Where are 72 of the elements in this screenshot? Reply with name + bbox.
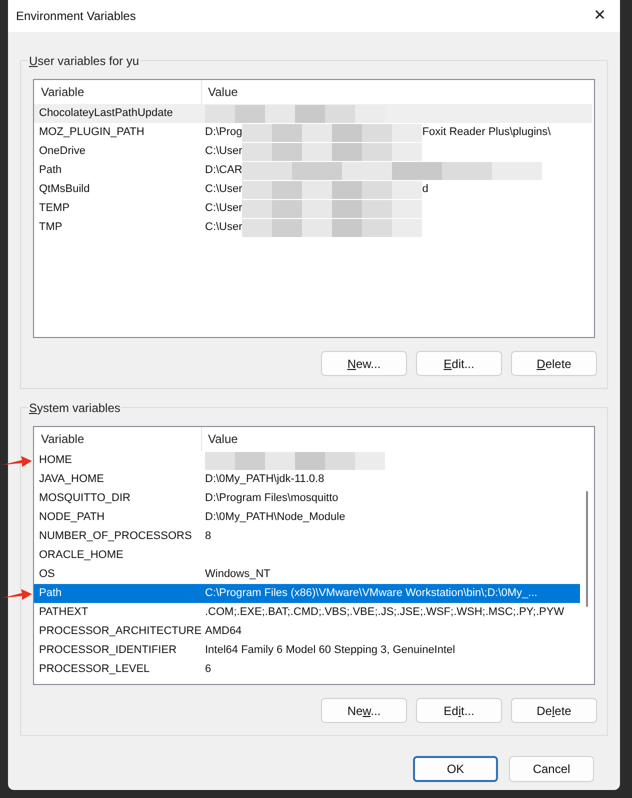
dialog-button[interactable]: New... [321,351,407,376]
variable-name: TMP [38,220,64,236]
variable-name: OneDrive [38,144,86,160]
variable-row[interactable]: Path C:\Program Files (x86)\VMware\VMware Workstation\bin\;D:\0My_... [34,584,580,603]
column-header[interactable]: Variable [34,427,202,451]
variable-name: NUMBER_OF_PROCESSORS [38,529,193,544]
variable-name: Path [38,586,63,602]
variable-row[interactable]: TMP C:\User [34,218,592,237]
variable-value: d [422,182,428,198]
arrow-icon [2,586,32,600]
variable-row[interactable]: ChocolateyLastPathUpdate [34,104,592,123]
variable-value: AMD64 [205,624,242,640]
variable-value: C:\User [205,220,242,236]
variable-row[interactable]: PROCESSOR_ARCHITECTURE AMD64 [34,622,580,641]
variable-name: TEMP [38,201,71,216]
variable-name: JAVA_HOME [38,472,105,488]
variable-row[interactable]: PROCESSOR_IDENTIFIER Intel64 Family 6 Model 60 Stepping 3, GenuineIntel [34,641,580,660]
variable-row[interactable]: Path D:\CAR [34,161,592,180]
variable-row[interactable]: JAVA_HOME D:\0My_PATH\jdk-11.0.8 [34,470,580,489]
variable-value: D:\CAR [205,163,242,178]
close-button[interactable]: ✕ [580,0,620,32]
variable-row[interactable]: NODE_PATH D:\0My_PATH\Node_Module [34,508,580,527]
variable-name: PROCESSOR_ARCHITECTURE [38,624,200,640]
cancel-button[interactable]: Cancel [509,756,594,782]
dialog-button[interactable]: New... [321,698,407,723]
variable-name: MOSQUITTO_DIR [38,491,132,506]
variable-name: ChocolateyLastPathUpdate [38,106,174,122]
variable-row[interactable]: TEMP C:\User [34,199,592,218]
variable-row[interactable]: OS Windows_NT [34,565,580,584]
dialog-button[interactable]: Edit... [416,351,502,376]
variable-row[interactable]: HOME [34,451,580,470]
variable-name: PROCESSOR_IDENTIFIER [38,643,178,658]
variable-value: Intel64 Family 6 Model 60 Stepping 3, GenuineIntel [205,643,456,658]
variable-row[interactable]: MOZ_PLUGIN_PATH D:\Prog Foxit Reader Plus\plugins\ [34,123,592,142]
arrow-icon [2,454,32,468]
variable-value: D:\Program Files\mosquitto [205,491,338,506]
variable-name: MOZ_PLUGIN_PATH [38,125,146,140]
window-title: Environment Variables [16,8,136,25]
scrollbar-thumb[interactable] [586,491,588,607]
variable-value: 8 [205,529,212,544]
variable-value: D:\0My_PATH\jdk-11.0.8 [205,472,324,488]
variable-row[interactable]: QtMsBuild C:\User d [34,180,592,199]
column-header[interactable]: Value [202,427,594,451]
ok-button[interactable]: OK [413,756,498,782]
variable-name: HOME [38,453,73,468]
variable-value: D:\0My_PATH\Node_Module [205,510,346,526]
variable-name: NODE_PATH [38,510,106,526]
variable-row[interactable]: ORACLE_HOME [34,546,580,565]
variable-value: .COM;.EXE;.BAT;.CMD;.VBS;.VBE;.JS;.JSE;.WSF;.WSH;.MSC;.PY;.PYW [205,605,564,620]
variable-row[interactable]: OneDrive C:\User [34,142,592,161]
variable-name: ORACLE_HOME [38,548,124,564]
variable-value: C:\User [205,144,242,160]
variable-row[interactable]: NUMBER_OF_PROCESSORS 8 [34,527,580,546]
variable-row[interactable]: PATHEXT .COM;.EXE;.BAT;.CMD;.VBS;.VBE;.JS;.JSE;.WSF;.WSH;.MSC;.PY;.PYW [34,603,580,622]
variable-name: Path [38,163,63,178]
variable-value: 6 [205,662,212,678]
variable-value: C:\User [205,201,242,216]
variable-name: PATHEXT [38,605,90,620]
variable-value: Windows_NT [205,567,270,582]
variable-value: C:\Program Files (x86)\VMware\VMware Workstation\bin\;D:\0My_... [205,586,538,602]
variable-value: Foxit Reader Plus\plugins\ [422,125,551,140]
dialog-button[interactable]: Delete [511,351,597,376]
variable-name: OS [38,567,56,582]
variable-value: C:\User [205,182,242,198]
variable-name: QtMsBuild [38,182,91,198]
dialog-button[interactable]: Edit... [416,698,502,723]
variable-row[interactable]: MOSQUITTO_DIR D:\Program Files\mosquitto [34,489,580,508]
variable-name: PROCESSOR_LEVEL [38,662,151,678]
dialog-button[interactable]: Delete [511,698,597,723]
variable-row[interactable]: PROCESSOR_LEVEL 6 [34,660,580,679]
variable-value: D:\Prog [205,125,242,140]
column-header[interactable]: Value [202,80,594,104]
